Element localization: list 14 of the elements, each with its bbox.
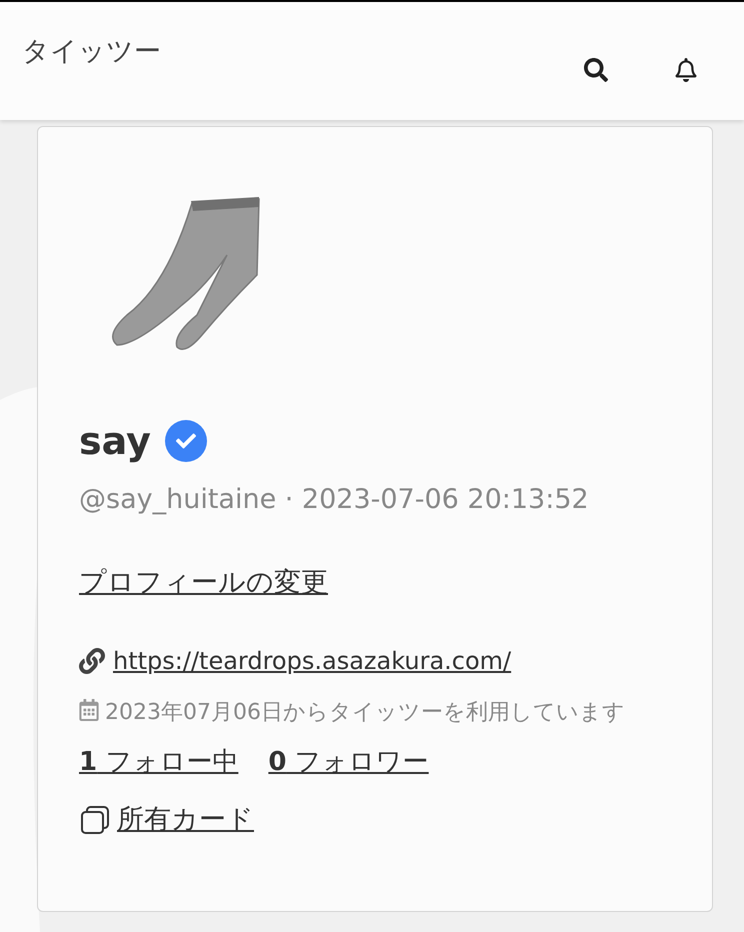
joined-text: 2023年07月06日からタイッツーを利用しています bbox=[105, 699, 625, 727]
edit-profile-link[interactable]: プロフィールの変更 bbox=[79, 562, 328, 603]
user-name: say bbox=[79, 422, 151, 460]
user-handle-date: @say_huitaine · 2023-07-06 20:13:52 bbox=[79, 483, 590, 517]
owned-cards-link[interactable]: 所有カード bbox=[117, 800, 254, 840]
app-title: タイッツー bbox=[22, 35, 161, 69]
bell-icon bbox=[674, 58, 698, 82]
search-icon bbox=[584, 58, 608, 82]
cards-icon bbox=[79, 804, 111, 836]
follow-stat-link[interactable]: 1 フォロー中 bbox=[79, 743, 238, 782]
link-icon bbox=[79, 648, 105, 674]
calendar-icon bbox=[79, 699, 99, 721]
follow-stat-link[interactable]: 0 フォロワー bbox=[268, 743, 429, 782]
website-link[interactable]: https://teardrops.asazakura.com/ bbox=[113, 643, 512, 679]
